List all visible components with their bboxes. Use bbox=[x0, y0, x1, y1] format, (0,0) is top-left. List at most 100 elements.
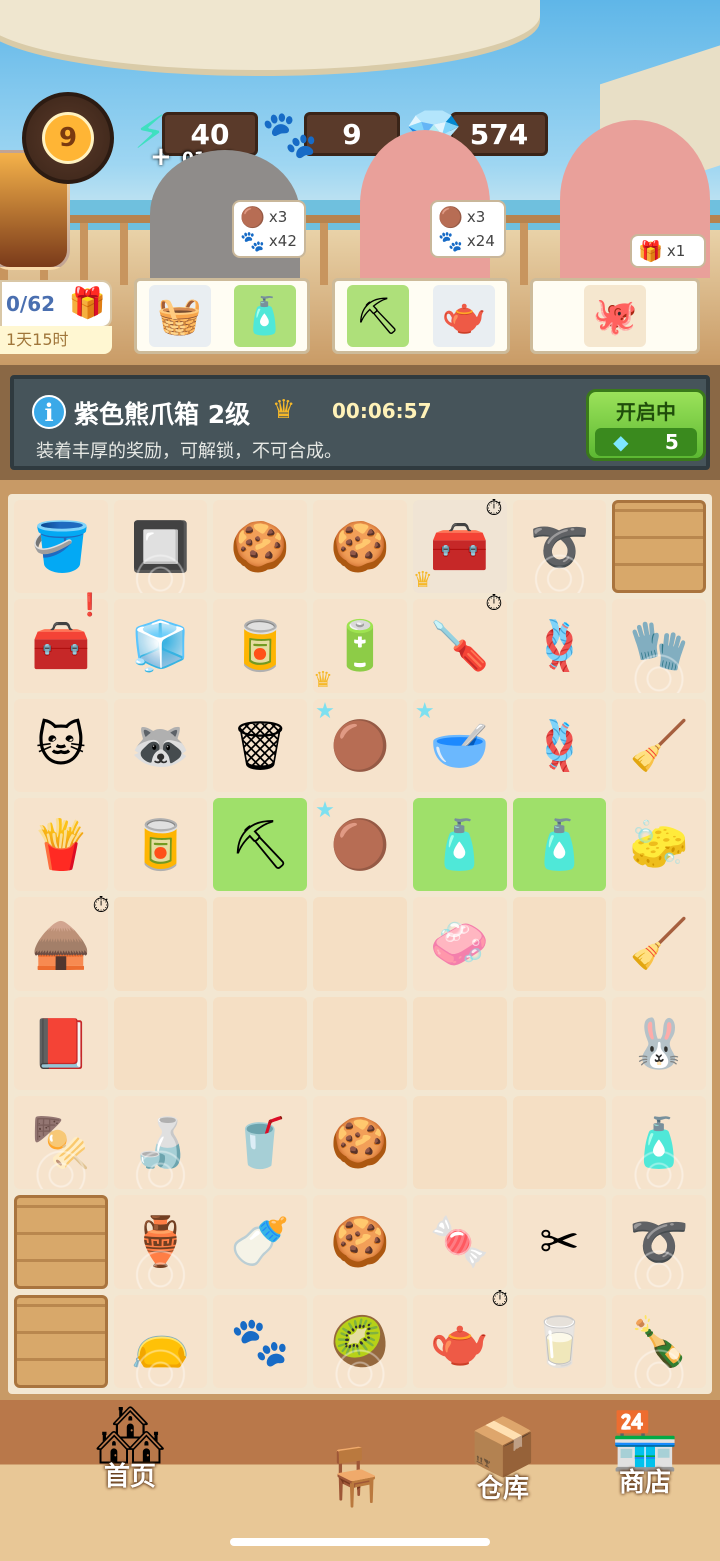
wire-item[interactable]: ➰ bbox=[612, 1195, 706, 1289]
cat-paw-pointer[interactable]: 🐾 bbox=[213, 1294, 308, 1388]
paper-cup-item[interactable]: 🥛 bbox=[512, 1294, 607, 1388]
meatball-plate-item[interactable]: 🍢 bbox=[14, 1096, 108, 1190]
vase-item[interactable]: 🏺 bbox=[113, 1195, 208, 1289]
soap-item[interactable]: 🧼 bbox=[412, 897, 507, 991]
wooden-crate[interactable] bbox=[14, 1294, 108, 1388]
glass-bottle-item[interactable]: 🍶 bbox=[113, 1096, 208, 1190]
sack-item[interactable]: 👝 bbox=[113, 1294, 208, 1388]
cat-towel-item[interactable]: 🐰 bbox=[612, 996, 706, 1090]
paw-cookie-item[interactable]: 🍪 bbox=[213, 500, 308, 594]
cobweb bbox=[113, 1096, 208, 1190]
grill-item[interactable]: 🔲 bbox=[113, 500, 208, 594]
crown-icon: ♛ bbox=[272, 395, 296, 425]
gem-value: 574 bbox=[469, 117, 529, 151]
rope-item[interactable]: 🪢 bbox=[512, 698, 607, 792]
event-progress[interactable]: 0/62 🎁 bbox=[0, 280, 112, 328]
level-badge[interactable]: 9 bbox=[22, 92, 114, 184]
paw-icon: 🐾 bbox=[438, 229, 463, 253]
wire-item[interactable]: ➰ bbox=[512, 500, 607, 594]
cat-broom-item[interactable]: 🧹 bbox=[612, 897, 706, 991]
order-2-rewards: 🟤 x3 🐾 x24 bbox=[430, 200, 506, 258]
order-3-rewards: 🎁 x1 bbox=[630, 234, 706, 268]
item-timer: 00:06:57 bbox=[332, 399, 432, 423]
nav-warehouse[interactable]: 📦 仓库 bbox=[448, 1420, 558, 1505]
progress-text: 0/62 bbox=[6, 292, 56, 316]
empty-cell[interactable] bbox=[412, 1096, 507, 1190]
coffee-beans-item[interactable]: 🟤 ★ bbox=[313, 698, 407, 792]
cobweb bbox=[113, 500, 208, 594]
snack-bag-item[interactable]: 🍟 bbox=[14, 798, 108, 892]
time-left: 1天15时 bbox=[0, 326, 112, 354]
rope-item[interactable]: 🪢 bbox=[512, 599, 607, 693]
top-scene: 9 40 ⚡ + 01:33 9 🐾 574 💎 + 🟤x3 🐾x42 🟤x3 … bbox=[0, 0, 720, 365]
order-card-2[interactable]: ⛏ 🫖 bbox=[332, 278, 510, 354]
cookie-stack-item[interactable]: 🍪 bbox=[313, 1195, 407, 1289]
purple-chest-item[interactable]: 🧰 ❗ bbox=[14, 593, 108, 693]
wooden-crate[interactable] bbox=[612, 500, 706, 594]
spell-book-item[interactable]: 📕 bbox=[14, 996, 108, 1090]
purple-chest-item[interactable]: 🧰 ⏱ ♛ bbox=[412, 496, 507, 594]
soda-can-item[interactable]: 🥤 bbox=[213, 1096, 308, 1190]
empty-cell[interactable] bbox=[313, 897, 407, 991]
bench-button[interactable]: 🪑 bbox=[300, 1450, 410, 1506]
cobweb bbox=[612, 1294, 706, 1388]
nav-shop[interactable]: 🏪 商店 bbox=[590, 1414, 700, 1499]
empty-cell[interactable] bbox=[512, 996, 607, 1090]
kiwi-bowl-item[interactable]: 🥝 bbox=[313, 1294, 407, 1388]
screwdriver-item[interactable]: 🪛 ⏱ bbox=[412, 591, 507, 693]
stopwatch-icon: ⏱ bbox=[485, 591, 503, 617]
octopus-keychain-icon: 🐙 bbox=[584, 285, 646, 347]
spray-bottle-item[interactable]: 🧴 bbox=[412, 798, 507, 892]
battery-item[interactable]: 🔋 ♛ bbox=[313, 599, 407, 693]
trash-bin-item[interactable]: 🗑 bbox=[213, 698, 308, 792]
coffee-beans-item[interactable]: 🟤 ★ bbox=[313, 798, 407, 892]
empty-cell[interactable] bbox=[113, 897, 208, 991]
empty-cell[interactable] bbox=[313, 996, 407, 1090]
energy-plus-icon[interactable]: + bbox=[150, 142, 172, 172]
cobweb bbox=[612, 1195, 706, 1289]
crown-icon: ♛ bbox=[313, 667, 333, 693]
empty-cell[interactable] bbox=[113, 996, 208, 1090]
glove-item[interactable]: 🧤 bbox=[612, 599, 706, 693]
home-indicator[interactable] bbox=[230, 1538, 490, 1546]
cobweb bbox=[612, 1096, 706, 1190]
empty-cell[interactable] bbox=[213, 996, 308, 1090]
opening-button[interactable]: 开启中 ◆ 5 bbox=[586, 389, 706, 461]
cat-keychain-item[interactable]: 🐱 bbox=[14, 698, 108, 792]
alert-icon: ❗ bbox=[76, 593, 104, 619]
cookie-stack-item[interactable]: 🍪 bbox=[313, 1096, 407, 1190]
paw-cookies-item[interactable]: 🍪 bbox=[313, 500, 407, 594]
pruning-shears-item[interactable]: ✂ bbox=[512, 1195, 607, 1289]
wooden-bucket-item[interactable]: 🪣 bbox=[14, 500, 108, 594]
coffee-bowl-item[interactable]: 🥣 ★ bbox=[412, 698, 507, 792]
raccoon-keychain-item[interactable]: 🦝 bbox=[113, 698, 208, 792]
coffee-bean-icon: 🟤 bbox=[438, 205, 463, 229]
nav-home[interactable]: 🏘 首页 bbox=[30, 1408, 230, 1493]
message-bottle-item[interactable]: 🍾 bbox=[612, 1294, 706, 1388]
item-title: 紫色熊爪箱 2级 bbox=[74, 400, 251, 429]
item-info-bar: i 紫色熊爪箱 2级 ♛ 00:06:57 装着丰厚的奖励，可解锁，不可合成。 … bbox=[0, 365, 720, 480]
order-card-1[interactable]: 🧺 🧴 bbox=[134, 278, 310, 354]
empty-cell[interactable] bbox=[512, 897, 607, 991]
bottom-nav: 🏘 首页 🪑 📦 仓库 🏪 商店 bbox=[0, 1400, 720, 1561]
detergent-jug-item[interactable]: 🧴 bbox=[612, 1096, 706, 1190]
info-icon[interactable]: i bbox=[32, 395, 66, 429]
watering-can-item[interactable]: 🫖 ⏱ bbox=[412, 1287, 509, 1388]
cost-value: 5 bbox=[664, 430, 679, 454]
can-lid-item[interactable]: 🥫 bbox=[213, 599, 308, 693]
mop-bucket-item[interactable]: 🧽 bbox=[612, 798, 706, 892]
empty-cell[interactable] bbox=[412, 996, 507, 1090]
spray-bottle-item[interactable]: 🧴 bbox=[512, 798, 607, 892]
candy-item[interactable]: 🍬 bbox=[412, 1195, 507, 1289]
order-card-3[interactable]: 🐙 bbox=[530, 278, 700, 354]
wooden-crate[interactable] bbox=[14, 1195, 108, 1289]
shovel-item[interactable]: ⛏ bbox=[213, 798, 308, 892]
diamond-icon: ◆ bbox=[613, 430, 629, 454]
squeegee-item[interactable]: 🧹 bbox=[612, 698, 706, 792]
empty-cell[interactable] bbox=[512, 1096, 607, 1190]
empty-cell[interactable] bbox=[213, 897, 308, 991]
straw-hut-item[interactable]: 🛖 ⏱ bbox=[14, 893, 110, 991]
tin-can-item[interactable]: 🥫 bbox=[113, 798, 208, 892]
ice-cubes-item[interactable]: 🧊 bbox=[113, 599, 208, 693]
milk-bottle-item[interactable]: 🍼 bbox=[213, 1195, 308, 1289]
